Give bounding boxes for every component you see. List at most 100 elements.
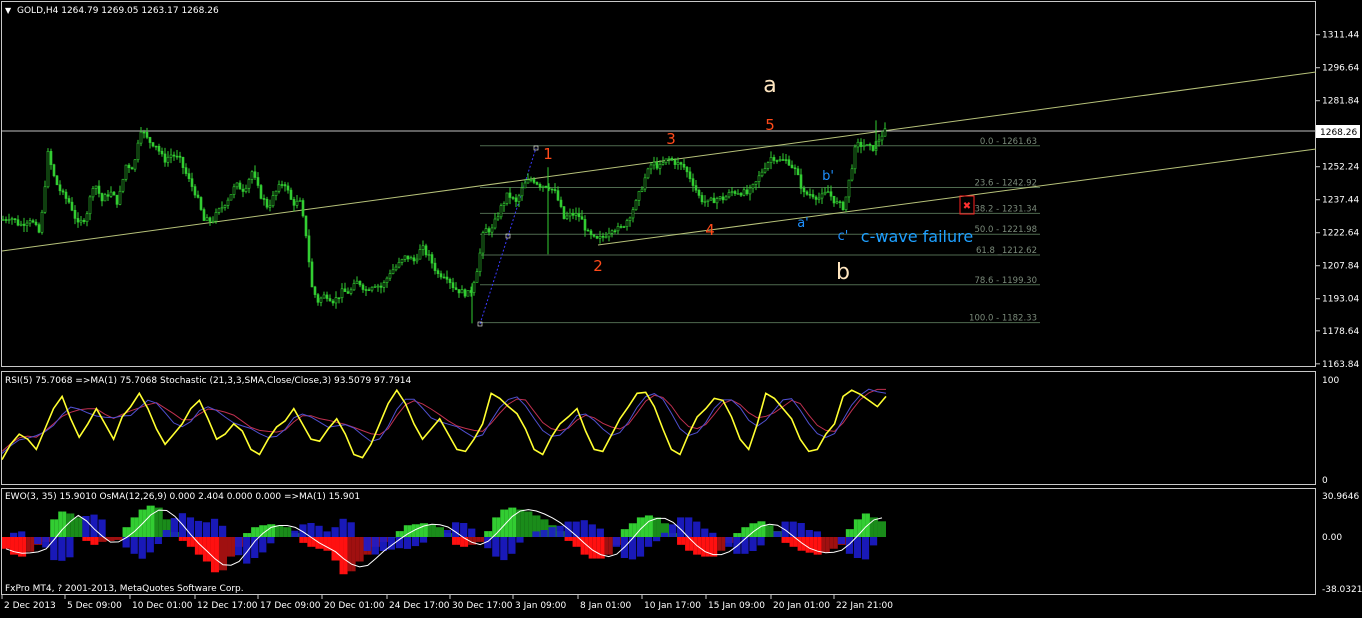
candle-body: [143, 132, 145, 133]
candle-body: [407, 256, 409, 259]
candle-body: [815, 197, 817, 199]
candle-body: [77, 218, 79, 222]
candle-body: [779, 160, 781, 161]
candle-body: [662, 163, 664, 165]
osma-bar: [653, 537, 660, 541]
candle-body: [737, 193, 739, 194]
ewo-bar: [685, 537, 689, 551]
candle-body: [764, 169, 766, 173]
candle-body: [782, 160, 784, 161]
osma-bar: [18, 531, 25, 537]
rsi-tick-100: 100: [1322, 376, 1339, 386]
wave-label: c': [838, 229, 849, 244]
ewo-bar: [625, 529, 629, 537]
candle-body: [74, 210, 76, 218]
candle-body: [863, 145, 865, 146]
candle-body: [134, 160, 136, 169]
osma-bar: [243, 537, 250, 564]
ewo-bar: [70, 513, 74, 537]
time-tick-label: 10 Jan 17:00: [644, 601, 701, 611]
candle-body: [248, 179, 250, 188]
candle-body: [266, 199, 268, 207]
candle-body: [173, 155, 175, 156]
candle-body: [884, 129, 886, 136]
candle-body: [188, 174, 190, 179]
candle-body: [332, 301, 334, 303]
candle-body: [2, 219, 4, 220]
ewo-bar: [701, 537, 705, 557]
ewo-bar: [508, 508, 512, 537]
candle-body: [47, 151, 49, 186]
candle-body: [296, 201, 298, 205]
candle-body: [827, 192, 829, 193]
candle-body: [590, 231, 592, 235]
candle-body: [239, 183, 241, 189]
candle-body: [482, 233, 484, 253]
candle-body: [278, 185, 280, 192]
ewo-bar: [878, 521, 882, 537]
candle-body: [251, 172, 253, 180]
osma-bar: [307, 523, 314, 537]
ewo-bar: [705, 537, 709, 557]
ewo-bar: [621, 529, 625, 537]
ewo-bar: [50, 519, 54, 537]
candle-body: [626, 221, 628, 227]
candle-body: [284, 185, 286, 186]
candle-body: [599, 236, 601, 238]
candle-body: [545, 186, 547, 187]
osma-bar: [404, 537, 411, 549]
candle-body: [515, 198, 517, 202]
ewo-bar: [231, 537, 235, 557]
candle-body: [644, 178, 646, 189]
candle-body: [236, 183, 238, 187]
chart-menu-icon[interactable]: ▼: [5, 6, 12, 15]
candle-body: [791, 165, 793, 168]
ewo-bar: [609, 537, 613, 555]
candle-body: [461, 290, 463, 293]
candle-body: [605, 237, 607, 238]
candle-body: [866, 144, 868, 145]
wave-label: 2: [593, 257, 603, 275]
candle-body: [35, 222, 37, 225]
ewo-bar: [629, 523, 633, 537]
candle-body: [860, 142, 862, 146]
wave-label: 3: [666, 130, 676, 148]
candle-body: [335, 298, 337, 303]
candle-body: [260, 185, 262, 198]
price-tick-label: 1252.24: [1322, 163, 1359, 173]
osma-bar: [58, 537, 65, 561]
osma-bar: [854, 537, 861, 558]
ewo-bar: [179, 537, 183, 541]
osma-bar: [581, 520, 588, 537]
fib-level-label: 78.6 - 1199.30: [974, 276, 1037, 286]
ewo-bar: [593, 537, 597, 559]
time-tick-label: 20 Jan 01:00: [773, 601, 830, 611]
osma-bar: [396, 537, 403, 548]
candle-body: [512, 197, 514, 198]
candle-body: [503, 203, 505, 205]
close-icon[interactable]: ✖: [963, 201, 971, 212]
ewo-bar: [74, 517, 78, 537]
candle-body: [671, 158, 673, 160]
candle-body: [167, 157, 169, 162]
candle-body: [350, 290, 352, 294]
ewo-bar: [480, 537, 484, 542]
ewo-bar: [782, 537, 786, 543]
candle-body: [452, 283, 454, 288]
ewo-bar: [147, 506, 151, 537]
candle-body: [227, 200, 229, 205]
candle-body: [242, 189, 244, 191]
osma-bar: [380, 537, 387, 551]
osma-bar: [492, 537, 499, 557]
candle-body: [668, 158, 670, 159]
candle-body: [371, 287, 373, 290]
osma-bar: [597, 529, 604, 537]
candle-body: [563, 207, 565, 219]
osma-bar: [348, 522, 355, 537]
osma-bar: [315, 526, 322, 537]
osma-bar: [66, 537, 73, 557]
ewo-bar: [151, 506, 155, 537]
candle-body: [569, 213, 571, 216]
candle-body: [479, 253, 481, 272]
candle-body: [83, 220, 85, 221]
